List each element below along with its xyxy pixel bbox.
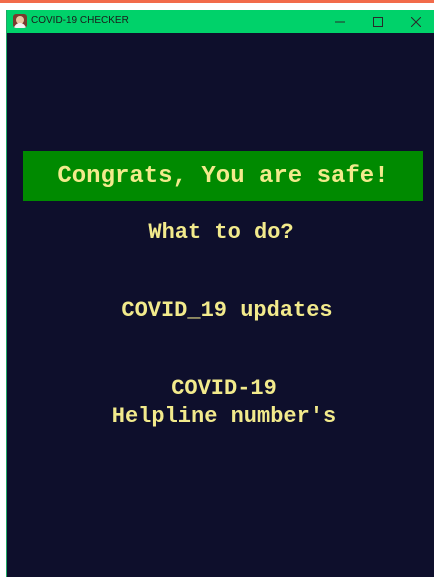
desktop-accent-bar [0,0,434,3]
title-bar[interactable]: COVID-19 CHECKER [7,10,434,33]
close-icon [411,16,421,27]
result-banner: Congrats, You are safe! [23,151,423,201]
maximize-button[interactable] [359,10,397,33]
result-message: Congrats, You are safe! [57,162,389,190]
covid-updates-button[interactable]: COVID_19 updates [7,297,434,325]
minimize-button[interactable] [321,10,359,33]
what-to-do-heading: What to do? [148,220,294,245]
maximize-icon [373,16,383,27]
helpline-line-2: Helpline number's [111,404,337,429]
app-window: COVID-19 CHECKER Congrats, You are safe!… [6,10,434,577]
minimize-icon [335,21,345,22]
desktop-top-strip [0,0,434,10]
helpline-line-1: COVID-19 [171,376,277,401]
window-controls [321,10,434,33]
app-icon [13,14,27,28]
main-content: Congrats, You are safe! What to do? COVI… [7,33,434,577]
window-title: COVID-19 CHECKER [31,15,129,26]
helpline-numbers-button[interactable]: COVID-19 Helpline number's [7,375,434,431]
close-button[interactable] [397,10,434,33]
